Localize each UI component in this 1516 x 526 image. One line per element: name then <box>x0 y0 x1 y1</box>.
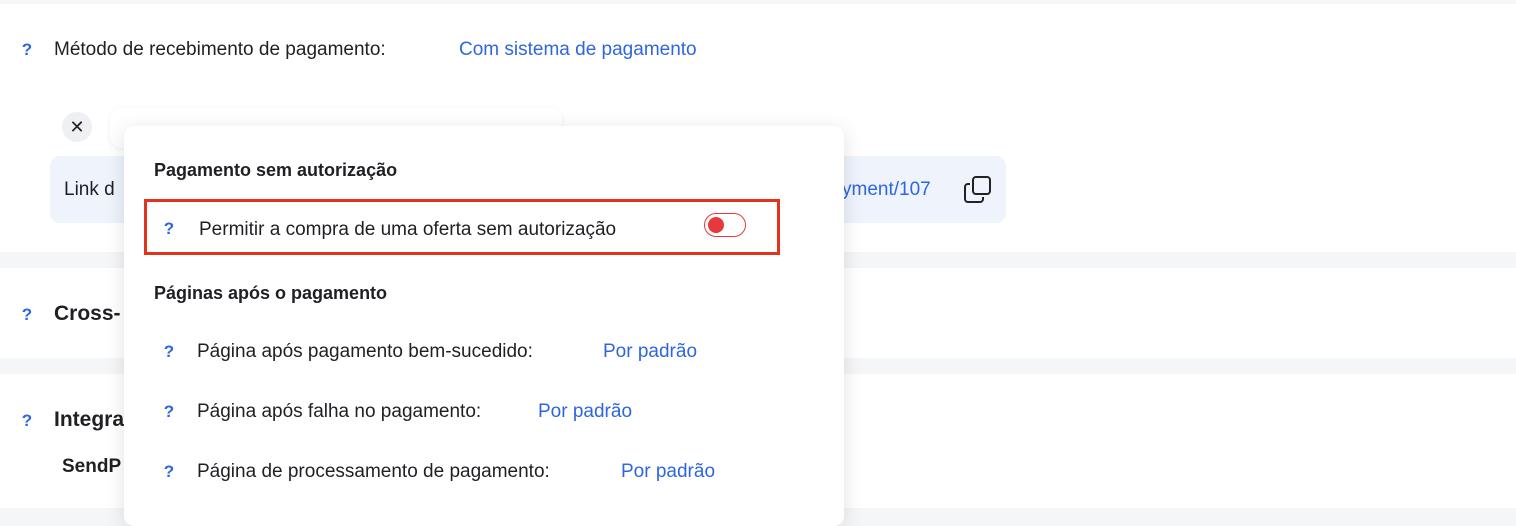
payment-options-popover: Pagamento sem autorização ? Permitir a c… <box>124 126 844 526</box>
payment-method-label: Método de recebimento de pagamento: <box>54 39 386 60</box>
question-mark-icon[interactable]: ? <box>20 305 34 325</box>
question-mark-icon[interactable]: ? <box>162 342 176 362</box>
integrations-title: Integra <box>54 408 125 431</box>
processing-page-label: Página de processamento de pagamento: <box>197 461 550 482</box>
failure-page-link[interactable]: Por padrão <box>538 401 632 423</box>
highlight-box <box>144 199 780 255</box>
close-icon: ✕ <box>69 116 85 137</box>
success-page-label: Página após pagamento bem-sucedido: <box>197 341 533 362</box>
allow-purchase-toggle[interactable] <box>704 213 746 237</box>
payment-link-label: Link d <box>64 179 115 200</box>
cross-sell-title: Cross- <box>54 302 121 325</box>
processing-page-link[interactable]: Por padrão <box>621 461 715 483</box>
auth-section-heading: Pagamento sem autorização <box>154 160 398 180</box>
question-mark-icon[interactable]: ? <box>162 402 176 422</box>
question-mark-icon[interactable]: ? <box>162 462 176 482</box>
question-mark-icon[interactable]: ? <box>20 40 34 60</box>
success-page-link[interactable]: Por padrão <box>603 341 697 363</box>
payment-link-url[interactable]: yment/107 <box>842 179 931 201</box>
payment-method-value-link[interactable]: Com sistema de pagamento <box>459 39 697 61</box>
failure-page-label: Página após falha no pagamento: <box>197 401 482 422</box>
question-mark-icon[interactable]: ? <box>20 411 34 431</box>
copy-icon[interactable] <box>962 173 994 205</box>
sendpulse-label: SendP <box>62 456 122 477</box>
toggle-knob <box>708 216 724 233</box>
close-button[interactable]: ✕ <box>62 112 92 142</box>
pages-section-heading: Páginas após o pagamento <box>154 283 388 303</box>
